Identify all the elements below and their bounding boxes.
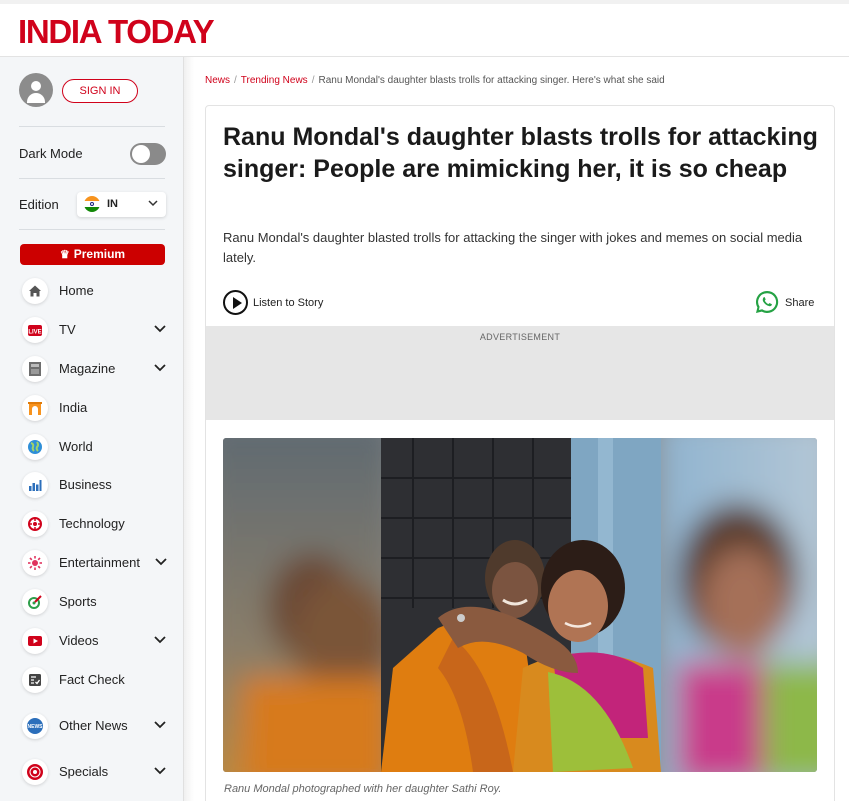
crown-icon: ♛ (59, 249, 70, 261)
breadcrumb-current: Ranu Mondal's daughter blasts trolls for… (318, 75, 665, 86)
sidebar-divider (19, 229, 165, 230)
news-icon: NEWS (22, 713, 48, 739)
sidebar-item-world[interactable]: World (22, 434, 172, 462)
india-gate-icon (22, 395, 48, 421)
play-icon (223, 290, 248, 315)
india-today-logo[interactable]: INDIA TODAY (18, 13, 215, 51)
sidebar-item-home[interactable]: Home (22, 278, 172, 306)
sidebar-item-label: Other News (59, 718, 128, 733)
photo-illustration (223, 438, 817, 772)
toggle-knob (132, 145, 150, 163)
entertainment-icon (22, 550, 48, 576)
sidebar-item-entertainment[interactable]: Entertainment (22, 550, 172, 578)
sidebar-item-tv[interactable]: LIVE TV (22, 317, 172, 345)
sidebar-shadow (184, 57, 194, 801)
magazine-icon (22, 356, 48, 382)
chevron-down-icon[interactable] (152, 320, 168, 336)
chevron-down-icon[interactable] (152, 631, 168, 647)
site-header: INDIA TODAY (0, 0, 849, 57)
image-caption: Ranu Mondal photographed with her daught… (224, 783, 502, 795)
chevron-down-icon[interactable] (153, 553, 169, 569)
sidebar-item-label: Sports (59, 594, 97, 609)
breadcrumb-separator: / (234, 75, 237, 86)
sign-in-button[interactable]: SIGN IN (62, 79, 138, 103)
premium-label: Premium (73, 247, 126, 261)
bar-chart-icon (22, 472, 48, 498)
advertisement-label: ADVERTISEMENT (479, 332, 561, 342)
sidebar-item-technology[interactable]: Technology (22, 511, 172, 539)
sidebar-item-label: Videos (59, 633, 99, 648)
svg-text:NEWS: NEWS (28, 724, 44, 730)
breadcrumb-link-news[interactable]: News (205, 75, 230, 86)
sidebar-item-videos[interactable]: Videos (22, 628, 172, 656)
dark-mode-label: Dark Mode (19, 146, 83, 161)
article-title: Ranu Mondal's daughter blasts trolls for… (223, 123, 818, 183)
chevron-down-icon[interactable] (152, 716, 168, 732)
share-button[interactable]: Share (754, 289, 824, 317)
globe-icon (22, 434, 48, 460)
live-tv-icon: LIVE (22, 317, 48, 343)
sidebar-item-label: Fact Check (59, 672, 125, 687)
chevron-down-icon[interactable] (152, 762, 168, 778)
chevron-down-icon[interactable] (152, 359, 168, 375)
sidebar-item-business[interactable]: Business (22, 472, 172, 500)
svg-text:LIVE: LIVE (28, 330, 41, 336)
whatsapp-icon (755, 290, 779, 313)
article-summary: Ranu Mondal's daughter blasted trolls fo… (223, 230, 803, 265)
sidebar-divider (19, 126, 165, 127)
premium-button[interactable]: ♛ Premium (20, 244, 165, 265)
sidebar-item-sports[interactable]: Sports (22, 589, 172, 617)
dark-mode-toggle[interactable] (130, 143, 166, 165)
sidebar-item-specials[interactable]: Specials (22, 759, 172, 787)
sidebar-item-label: Entertainment (59, 555, 140, 570)
breadcrumb-link-trending-news[interactable]: Trending News (241, 75, 308, 86)
sidebar-item-label: World (59, 439, 93, 454)
home-icon (22, 278, 48, 304)
article-hero-image[interactable] (223, 438, 817, 772)
sidebar-item-label: India (59, 400, 88, 415)
breadcrumb: News / Trending News / Ranu Mondal's daughte… (205, 75, 665, 86)
sidebar-item-label: TV (59, 322, 76, 337)
sidebar-divider (19, 178, 165, 179)
share-label: Share (785, 297, 815, 309)
sports-icon (22, 589, 48, 615)
video-play-icon (22, 628, 48, 654)
sidebar-item-label: Magazine (59, 361, 116, 376)
fact-check-icon (22, 667, 48, 693)
india-flag-icon (84, 196, 100, 212)
edition-label: Edition (19, 197, 59, 212)
breadcrumb-separator: / (311, 75, 315, 86)
edition-code: IN (107, 198, 118, 210)
specials-icon (22, 759, 48, 785)
edition-select[interactable]: IN (77, 192, 166, 217)
listen-label: Listen to Story (253, 297, 324, 309)
sidebar-item-label: Technology (59, 516, 125, 531)
sidebar-item-fact-check[interactable]: Fact Check (22, 667, 172, 695)
sidebar-item-label: Specials (59, 764, 109, 779)
sidebar-item-other-news[interactable]: NEWS Other News (22, 713, 172, 741)
sidebar-item-label: Home (59, 283, 94, 298)
sidebar-item-india[interactable]: India (22, 395, 172, 423)
advertisement-slot[interactable]: ADVERTISEMENT (206, 326, 834, 420)
chevron-down-icon (148, 200, 158, 207)
sidebar-item-magazine[interactable]: Magazine (22, 356, 172, 384)
technology-icon (22, 511, 48, 537)
user-avatar-icon[interactable] (19, 73, 53, 107)
sidebar-item-label: Business (59, 477, 112, 492)
